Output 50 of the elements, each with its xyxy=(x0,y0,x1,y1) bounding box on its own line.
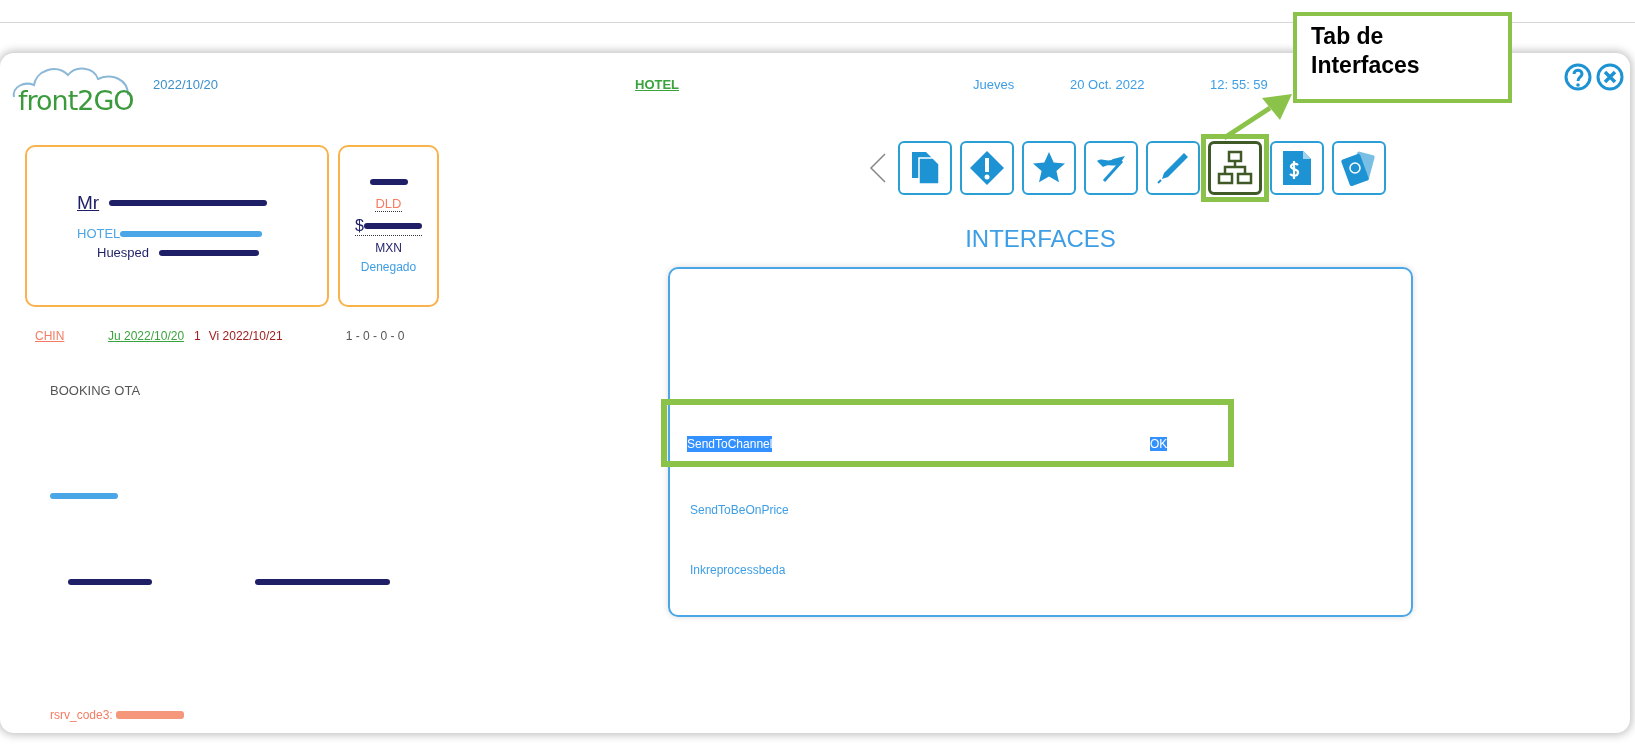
reservation-code-label: rsrv_code3: xyxy=(50,708,113,722)
hotel-label: HOTEL xyxy=(77,226,121,241)
tab-button[interactable] xyxy=(898,141,952,195)
clock-text: 12: 55: 59 xyxy=(1210,77,1268,92)
callout-label: Tab de Interfaces xyxy=(1293,12,1512,103)
nights-text: 1 xyxy=(194,329,201,343)
status-link[interactable]: CHIN xyxy=(35,329,108,343)
chevron-left-icon[interactable] xyxy=(868,152,888,184)
star-icon xyxy=(1032,151,1066,185)
rate-code[interactable]: DLD xyxy=(375,195,402,212)
weekday-text: Jueves xyxy=(973,77,1016,92)
interface-name: Inkreprocessbeda xyxy=(690,562,786,578)
currency-text: MXN xyxy=(375,240,402,255)
status-text: Denegado xyxy=(360,259,417,274)
interface-name: SendToChannel xyxy=(687,436,773,452)
tab-button[interactable] xyxy=(960,141,1014,195)
arrival-link[interactable]: Ju 2022/10/20 xyxy=(108,329,185,343)
redaction-mark xyxy=(50,493,118,499)
invoice-icon xyxy=(1281,149,1313,187)
departure-text: Vi 2022/10/21 xyxy=(208,329,284,343)
currency-symbol: $ xyxy=(355,216,364,235)
status-text: OK xyxy=(1150,437,1168,451)
date-text: 20 Oct. 2022 xyxy=(1070,77,1146,92)
help-icon[interactable] xyxy=(1564,63,1592,91)
tab-button[interactable] xyxy=(1022,141,1076,195)
redaction-mark xyxy=(363,222,422,229)
tab-button[interactable] xyxy=(1270,141,1324,195)
guest-label: Huesped xyxy=(97,245,150,260)
date-text: 2022/10/20 xyxy=(153,77,220,92)
tab-button[interactable] xyxy=(1332,141,1386,195)
interface-name: SendToBeOnPrice xyxy=(690,502,789,518)
occupancy-text: 1 - 0 - 0 - 0 xyxy=(345,329,405,343)
tab-button[interactable] xyxy=(1146,141,1200,195)
redaction-mark xyxy=(369,178,408,185)
passport-icon xyxy=(1341,150,1377,186)
close-icon[interactable] xyxy=(1596,63,1624,91)
redaction-mark xyxy=(115,711,184,719)
pen-icon xyxy=(1156,151,1190,185)
guest-title[interactable]: Mr xyxy=(77,192,100,214)
interface-row[interactable]: SendToBeOnPrice xyxy=(670,467,1411,527)
tab-button[interactable] xyxy=(1208,141,1262,195)
section-title: INTERFACES xyxy=(964,225,1117,253)
source-text: BOOKING OTA xyxy=(50,383,142,398)
tab-button[interactable] xyxy=(1084,141,1138,195)
property-link[interactable]: HOTEL xyxy=(635,77,973,92)
warning-icon xyxy=(969,150,1005,186)
logo: front2GO xyxy=(10,59,138,121)
hierarchy-icon xyxy=(1217,150,1253,186)
interface-row[interactable]: Inkreprocessbeda xyxy=(670,527,1411,587)
interface-row[interactable]: SendToChannel OK xyxy=(667,405,1228,461)
